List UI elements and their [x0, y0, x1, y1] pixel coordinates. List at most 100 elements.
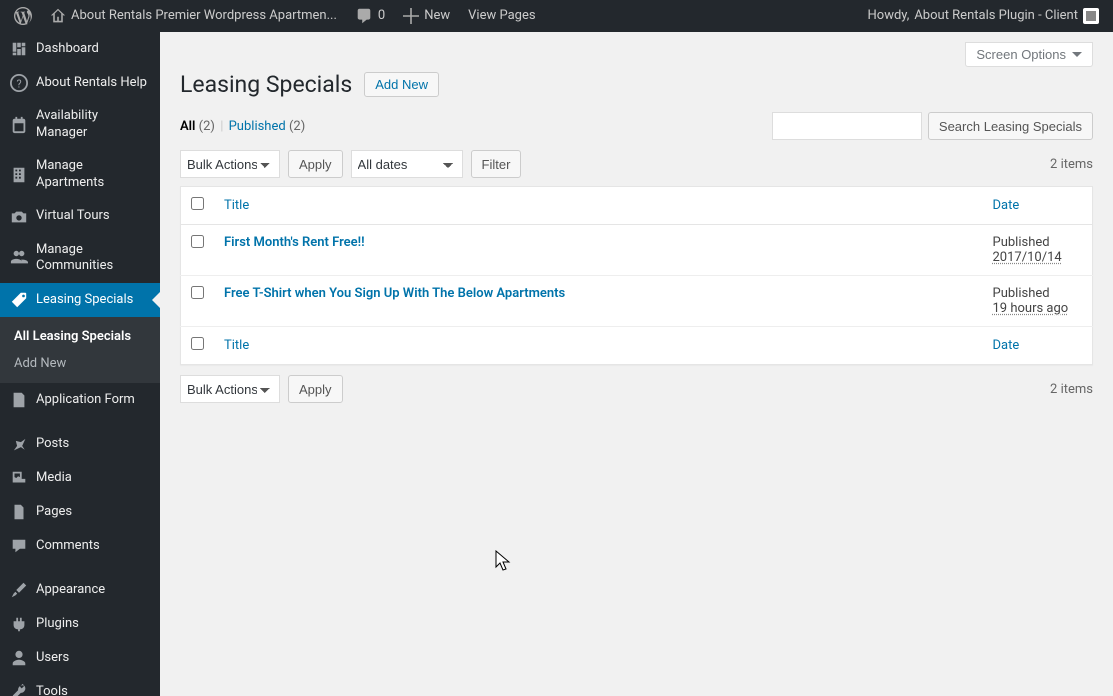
apply-button-top[interactable]: Apply [288, 150, 343, 178]
subsubsub-published-link[interactable]: Published [229, 119, 289, 134]
admin-sidebar: Dashboard ? About Rentals Help Availabil… [0, 32, 160, 696]
sidebar-item-label: Virtual Tours [36, 208, 110, 225]
avatar [1083, 8, 1099, 24]
wordpress-icon [14, 7, 32, 25]
sidebar-item-about-rentals-help[interactable]: ? About Rentals Help [0, 66, 160, 100]
subsubsub-all-link[interactable]: All [180, 119, 199, 134]
sidebar-item-users[interactable]: Users [0, 641, 160, 675]
search-box: Search Leasing Specials [772, 112, 1093, 140]
sidebar-item-label: Application Form [36, 392, 135, 409]
apply-button-bottom[interactable]: Apply [288, 375, 343, 403]
content-area: Screen Options Leasing Specials Add New … [160, 32, 1113, 696]
sidebar-item-leasing-specials[interactable]: Leasing Specials [0, 283, 160, 317]
row-checkbox[interactable] [191, 286, 204, 299]
comments-link[interactable]: 0 [349, 0, 391, 32]
sidebar-item-plugins[interactable]: Plugins [0, 607, 160, 641]
sidebar-item-media[interactable]: Media [0, 461, 160, 495]
sidebar-item-manage-apartments[interactable]: Manage Apartments [0, 150, 160, 200]
view-pages-link[interactable]: View Pages [462, 0, 541, 32]
row-checkbox[interactable] [191, 235, 204, 248]
sidebar-item-label: Posts [36, 436, 69, 453]
table-row: Free T-Shirt when You Sign Up With The B… [181, 276, 1093, 327]
select-all-bottom-checkbox[interactable] [191, 337, 204, 350]
comments-menu-icon [10, 537, 28, 555]
sidebar-item-availability-manager[interactable]: Availability Manager [0, 100, 160, 150]
dates-filter-select[interactable]: All dates [351, 150, 463, 178]
submenu-all-leasing-specials[interactable]: All Leasing Specials [0, 323, 160, 350]
howdy-prefix: Howdy, [868, 0, 910, 32]
tablenav-bottom: Bulk Actions Apply 2 items [180, 375, 1093, 403]
home-icon [50, 8, 66, 24]
sidebar-item-comments[interactable]: Comments [0, 529, 160, 563]
sidebar-item-label: Pages [36, 504, 72, 521]
items-count-bottom: 2 items [1050, 382, 1093, 397]
sidebar-item-label: Users [36, 650, 69, 667]
row-title-link[interactable]: First Month's Rent Free!! [224, 235, 365, 250]
howdy-user: About Rentals Plugin - Client [914, 0, 1078, 32]
sidebar-item-label: Appearance [36, 582, 105, 599]
my-account-link[interactable]: Howdy, About Rentals Plugin - Client [862, 0, 1106, 32]
column-date-header[interactable]: Date [993, 198, 1020, 213]
pin-icon [10, 435, 28, 453]
add-new-button[interactable]: Add New [364, 72, 439, 97]
screen-options-button[interactable]: Screen Options [965, 42, 1093, 67]
screen-options-label: Screen Options [976, 47, 1066, 62]
sidebar-item-label: About Rentals Help [36, 75, 147, 92]
media-icon [10, 469, 28, 487]
brush-icon [10, 581, 28, 599]
pages-icon [10, 503, 28, 521]
site-title-link[interactable]: About Rentals Premier Wordpress Apartmen… [44, 0, 343, 32]
bulk-actions-select-top[interactable]: Bulk Actions [180, 150, 280, 178]
tag-icon [10, 291, 28, 309]
sidebar-item-tools[interactable]: Tools [0, 675, 160, 696]
select-all-top-checkbox[interactable] [191, 197, 204, 210]
wp-logo-link[interactable] [8, 0, 38, 32]
subsubsub-published-count: (2) [289, 119, 305, 134]
column-title-header[interactable]: Title [224, 198, 249, 213]
sidebar-item-dashboard[interactable]: Dashboard [0, 32, 160, 66]
page-title: Leasing Specials [180, 71, 352, 98]
chevron-down-icon [1072, 52, 1082, 57]
comments-icon [355, 7, 373, 25]
sidebar-item-label: Tools [36, 684, 68, 696]
sidebar-item-manage-communities[interactable]: Manage Communities [0, 234, 160, 284]
sidebar-item-posts[interactable]: Posts [0, 427, 160, 461]
dashboard-icon [10, 40, 28, 58]
search-input[interactable] [772, 112, 922, 140]
plugins-icon [10, 615, 28, 633]
column-date-footer[interactable]: Date [993, 338, 1020, 353]
cursor-icon [495, 550, 511, 572]
bulk-actions-select-bottom[interactable]: Bulk Actions [180, 375, 280, 403]
row-status: Published [993, 286, 1050, 301]
sidebar-item-virtual-tours[interactable]: Virtual Tours [0, 200, 160, 234]
row-status: Published [993, 235, 1050, 250]
sidebar-item-label: Manage Communities [36, 242, 152, 276]
posts-table: Title Date First Month's Rent Free!! Pub… [180, 186, 1093, 365]
row-timestamp: 2017/10/14 [993, 250, 1062, 265]
groups-icon [10, 249, 28, 267]
sidebar-item-label: Availability Manager [36, 108, 152, 142]
plus-icon [403, 8, 419, 24]
subsubsub-all-count: (2) [199, 119, 215, 134]
sidebar-item-label: Media [36, 470, 72, 487]
form-icon [10, 391, 28, 409]
submenu-add-new[interactable]: Add New [0, 350, 160, 377]
sidebar-item-pages[interactable]: Pages [0, 495, 160, 529]
sidebar-item-label: Plugins [36, 616, 79, 633]
camera-icon [10, 208, 28, 226]
tablenav-top: Bulk Actions Apply All dates Filter 2 it… [180, 150, 1093, 178]
subsubsub: All (2) | Published (2) [180, 119, 305, 134]
filter-button[interactable]: Filter [471, 150, 522, 178]
sidebar-item-appearance[interactable]: Appearance [0, 573, 160, 607]
search-button[interactable]: Search Leasing Specials [928, 112, 1093, 140]
sidebar-item-label: Dashboard [36, 41, 99, 58]
table-row: First Month's Rent Free!! Published 2017… [181, 225, 1093, 276]
view-pages-label: View Pages [468, 0, 535, 32]
sidebar-item-label: Leasing Specials [36, 292, 133, 309]
new-content-link[interactable]: New [397, 0, 456, 32]
sidebar-item-label: Manage Apartments [36, 158, 152, 192]
sidebar-item-application-form[interactable]: Application Form [0, 383, 160, 417]
column-title-footer[interactable]: Title [224, 338, 249, 353]
admin-bar: About Rentals Premier Wordpress Apartmen… [0, 0, 1113, 32]
row-title-link[interactable]: Free T-Shirt when You Sign Up With The B… [224, 286, 565, 301]
